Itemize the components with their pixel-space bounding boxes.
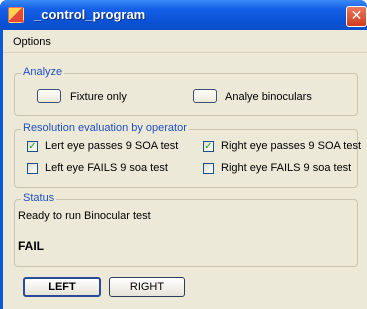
close-icon: ✕ <box>350 8 363 24</box>
right-pass-label: Right eye passes 9 SOA test <box>221 140 362 152</box>
title-bar[interactable]: _control_program ✕ <box>0 0 367 30</box>
left-fail-label: Left eye FAILS 9 soa test <box>45 162 168 174</box>
check-icon: ✓ <box>204 141 213 152</box>
left-fail-checkbox[interactable] <box>27 163 38 174</box>
close-button[interactable]: ✕ <box>346 6 367 27</box>
window-title: _control_program <box>34 7 146 22</box>
analyze-binoculars-label: Analye binoculars <box>225 91 312 103</box>
analyze-binoculars-button[interactable] <box>193 89 217 103</box>
left-pass-checkbox[interactable]: ✓ <box>27 141 38 152</box>
left-pass-label: Lert eye passes 9 SOA test <box>45 140 179 152</box>
right-pass-checkbox[interactable]: ✓ <box>203 141 214 152</box>
app-icon <box>8 7 24 23</box>
right-fail-label: Right eye FAILS 9 soa test <box>221 162 352 174</box>
status-message: Ready to run Binocular test <box>18 210 151 222</box>
analyze-legend: Analyze <box>21 66 65 78</box>
status-result: FAIL <box>18 239 44 253</box>
left-button[interactable]: LEFT <box>23 277 101 297</box>
fixture-only-label: Fixture only <box>70 91 127 103</box>
right-fail-checkbox[interactable] <box>203 163 214 174</box>
resolution-legend: Resolution evaluation by operator <box>21 122 189 134</box>
menu-options[interactable]: Options <box>13 36 51 48</box>
app-window: _control_program ✕ Options Analyze Fixtu… <box>0 0 367 309</box>
right-button[interactable]: RIGHT <box>109 277 185 297</box>
resolution-group: Resolution evaluation by operator <box>14 122 358 188</box>
client-area: Options Analyze Fixture only Analye bino… <box>3 30 367 309</box>
check-icon: ✓ <box>28 141 37 152</box>
fixture-only-button[interactable] <box>37 89 61 103</box>
menu-bar: Options <box>3 30 367 53</box>
status-legend: Status <box>21 192 57 204</box>
